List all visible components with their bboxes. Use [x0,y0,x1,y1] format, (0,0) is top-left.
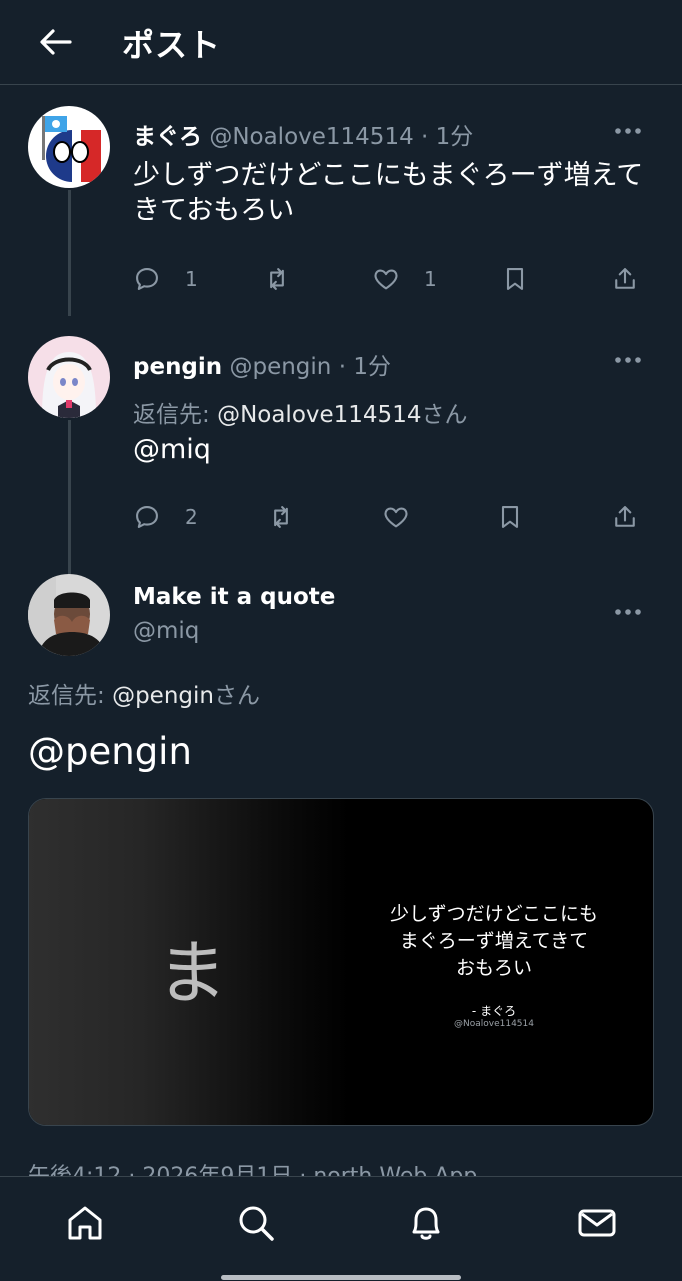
tweet-actions: 1 1 [133,259,653,299]
share-icon [615,268,635,289]
quote-line: 少しずつだけどここにも [389,903,599,925]
search-icon [239,1206,274,1241]
bookmark-button[interactable] [501,259,529,299]
back-button[interactable] [36,22,76,62]
nav-search-button[interactable] [234,1201,278,1245]
reply-icon [136,506,158,528]
home-icon [68,1206,102,1240]
bell-icon [412,1207,440,1240]
mail-icon [578,1209,616,1237]
heart-icon [384,507,408,528]
home-indicator [221,1275,461,1280]
quote-card-author-handle: @Noalove114514 [454,1019,534,1029]
tweet-text: @miq [133,434,211,465]
tweet-time: · 1分 [338,354,391,380]
main-post-name[interactable]: Make it a quote [133,584,335,610]
page-title: ポスト [122,26,222,64]
avatar-miq[interactable] [28,574,110,656]
quote-line: おもろい [455,957,532,979]
nav-notifications-button[interactable] [404,1201,448,1245]
more-button[interactable] [612,350,644,370]
more-button[interactable] [612,121,644,141]
author-handle[interactable]: @pengin [229,354,331,380]
reply-to-label: 返信先: [133,402,210,428]
thread-line [68,420,71,575]
heart-icon [374,269,398,290]
author-handle[interactable]: @Noalove114514 [209,124,413,150]
main-post-handle[interactable]: @miq [133,618,199,644]
reply-to-suffix: さん [213,683,260,709]
more-dots-icon [615,609,641,615]
more-dots-icon [615,357,641,363]
share-icon [615,506,635,527]
retweet-button[interactable] [267,497,295,537]
reply-button[interactable]: 2 [133,497,198,537]
share-button[interactable] [611,497,639,537]
share-button[interactable] [611,259,639,299]
retweet-button[interactable] [263,259,291,299]
more-button[interactable] [612,602,644,622]
reply-button[interactable]: 1 [133,259,198,299]
quote-card-text: 少しずつだけどここにも まぐろーず増えてきて おもろい [369,901,619,982]
author-name[interactable]: Make it a quote [133,584,335,610]
bottom-nav [0,1176,682,1281]
avatar-maguro[interactable] [28,106,110,188]
tweet-header: pengin @pengin · 1分 [133,347,391,381]
tweet-text: 少しずつだけどここにもまぐろーず増えてきておもろい [133,160,644,226]
arrow-left-icon [40,29,72,55]
like-count: 1 [424,267,437,291]
quote-image-card[interactable]: ま 少しずつだけどここにも まぐろーず増えてきて おもろい - まぐろ @Noa… [28,798,654,1126]
reply-count: 1 [185,267,198,291]
more-dots-icon [615,128,641,134]
reply-to-handle[interactable]: @Noalove114514 [217,402,421,428]
bookmark-icon [501,506,519,528]
quote-card-author: - まぐろ [471,1004,517,1018]
tweet-time: · 1分 [421,124,474,150]
reply-to: 返信先: @Noalove114514さん [133,395,467,429]
author-name[interactable]: まぐろ [133,124,202,150]
reply-to-label: 返信先: [28,683,105,709]
reply-icon [136,268,158,290]
quote-line: まぐろーず増えてきて [399,930,589,952]
thread-line [68,190,71,316]
author-name[interactable]: pengin [133,354,222,380]
like-button[interactable] [382,497,410,537]
retweet-icon [270,268,284,290]
nav-home-button[interactable] [63,1201,107,1245]
avatar-pengin[interactable] [28,336,110,418]
retweet-icon [274,506,288,528]
bookmark-button[interactable] [496,497,524,537]
nav-messages-button[interactable] [575,1201,619,1245]
main-post-text: @pengin [28,730,192,773]
reply-to: 返信先: @penginさん [28,676,260,710]
reply-to-handle[interactable]: @pengin [112,683,214,709]
tweet-actions: 2 [133,497,653,537]
bookmark-icon [506,268,524,290]
quote-card-initial: ま [157,932,227,1014]
reply-count: 2 [185,505,198,529]
reply-to-suffix: さん [421,402,468,428]
tweet-header: まぐろ @Noalove114514 · 1分 [133,117,473,151]
like-button[interactable]: 1 [372,259,437,299]
app-header: ポスト [0,0,682,85]
